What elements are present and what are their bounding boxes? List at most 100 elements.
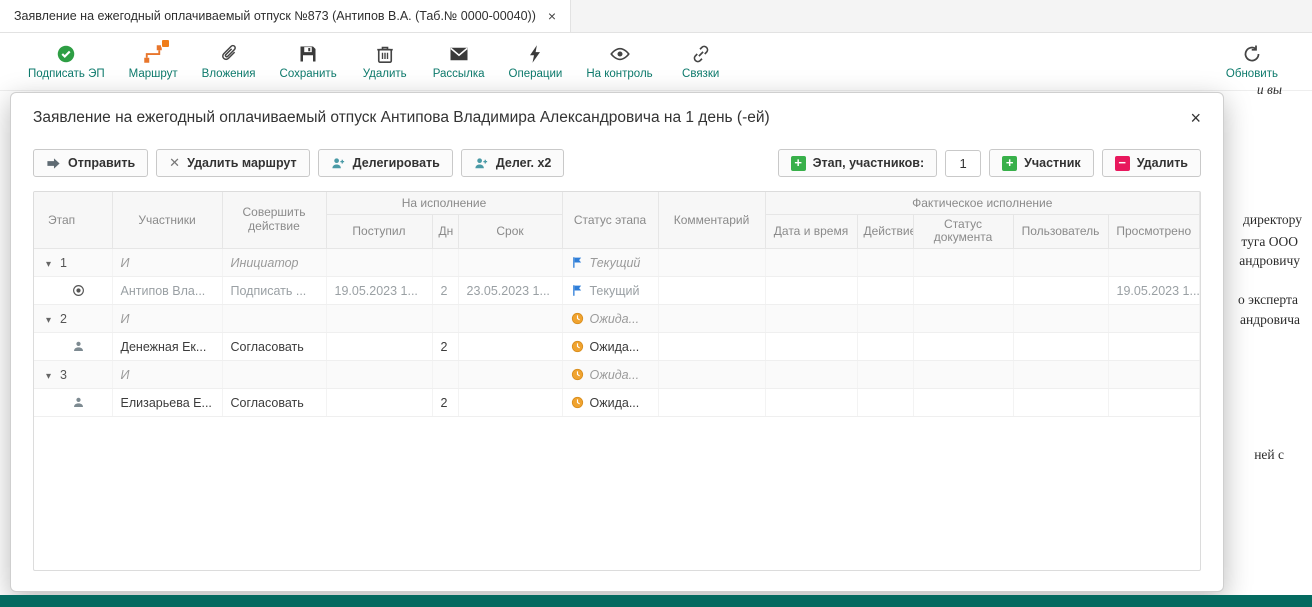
control-button[interactable]: На контроль bbox=[586, 43, 652, 80]
route-badge-icon bbox=[161, 39, 170, 48]
document-tab-title: Заявление на ежегодный оплачиваемый отпу… bbox=[14, 9, 536, 23]
mailing-button[interactable]: Рассылка bbox=[433, 43, 485, 80]
route-button[interactable]: Маршрут bbox=[129, 43, 178, 80]
dialog-close-icon[interactable]: × bbox=[1190, 109, 1201, 127]
comment-cell bbox=[658, 333, 765, 361]
viewed-cell bbox=[1108, 249, 1200, 277]
column-header-participants[interactable]: Участники bbox=[112, 192, 222, 249]
column-header-days[interactable]: Дн bbox=[432, 214, 458, 249]
comment-cell bbox=[658, 277, 765, 305]
stage-group-row[interactable]: ▾1ИИнициаторТекущий bbox=[34, 249, 1200, 277]
links-label: Связки bbox=[682, 68, 719, 80]
column-header-stage[interactable]: Этап bbox=[34, 192, 112, 249]
datetime-cell bbox=[765, 389, 857, 417]
stage-cell bbox=[34, 277, 112, 305]
dialog-toolbar: Отправить ✕ Удалить маршрут Делегировать… bbox=[33, 149, 1201, 177]
status-text: Текущий bbox=[590, 284, 640, 298]
due-cell: 23.05.2023 1... bbox=[458, 277, 562, 305]
x-icon: ✕ bbox=[169, 155, 180, 171]
column-header-due[interactable]: Срок bbox=[458, 214, 562, 249]
delete-label: Удалить bbox=[363, 68, 407, 80]
save-button[interactable]: Сохранить bbox=[280, 43, 337, 80]
datetime-cell bbox=[765, 361, 857, 389]
doc-status-cell bbox=[913, 305, 1013, 333]
status-cell: Текущий bbox=[562, 277, 658, 305]
clock-icon bbox=[571, 312, 590, 326]
clock-icon bbox=[571, 368, 590, 382]
user-cell bbox=[1013, 333, 1108, 361]
stage-group-row[interactable]: ▾2ИОжида... bbox=[34, 305, 1200, 333]
status-cell: Ожида... bbox=[562, 333, 658, 361]
delegate-x2-button[interactable]: Делег. x2 bbox=[461, 149, 565, 177]
document-tab[interactable]: Заявление на ежегодный оплачиваемый отпу… bbox=[0, 0, 571, 32]
column-header-viewed[interactable]: Просмотрено bbox=[1108, 214, 1200, 249]
viewed-cell bbox=[1108, 333, 1200, 361]
column-header-user[interactable]: Пользователь bbox=[1013, 214, 1108, 249]
delete-route-label: Удалить маршрут bbox=[187, 156, 297, 170]
column-header-action[interactable]: Совершить действие bbox=[222, 192, 326, 249]
stage-number: 3 bbox=[60, 368, 67, 382]
datetime-cell bbox=[765, 277, 857, 305]
act-cell bbox=[857, 277, 913, 305]
lightning-icon bbox=[524, 43, 546, 65]
collapse-arrow-icon[interactable]: ▾ bbox=[46, 315, 51, 326]
column-header-doc-status[interactable]: Статус документа bbox=[913, 214, 1013, 249]
add-participant-label: Участник bbox=[1024, 156, 1081, 170]
status-text: Ожида... bbox=[590, 340, 640, 354]
delegate-button[interactable]: Делегировать bbox=[318, 149, 453, 177]
collapse-arrow-icon[interactable]: ▾ bbox=[46, 371, 51, 382]
due-cell bbox=[458, 305, 562, 333]
sign-button[interactable]: Подписать ЭП bbox=[28, 43, 105, 80]
delete-button[interactable]: Удалить bbox=[361, 43, 409, 80]
group-header-execution: На исполнение bbox=[326, 192, 562, 214]
links-button[interactable]: Связки bbox=[677, 43, 725, 80]
received-cell bbox=[326, 361, 432, 389]
background-text-fragment: ней с bbox=[1254, 447, 1284, 463]
user-cell bbox=[1013, 277, 1108, 305]
operations-button[interactable]: Операции bbox=[509, 43, 563, 80]
link-icon bbox=[690, 43, 712, 65]
stage-cell bbox=[34, 333, 112, 361]
tab-bar: Заявление на ежегодный оплачиваемый отпу… bbox=[0, 0, 1312, 33]
stage-group-row[interactable]: ▾3ИОжида... bbox=[34, 361, 1200, 389]
viewed-cell: 19.05.2023 1... bbox=[1108, 277, 1200, 305]
participant-row[interactable]: Елизарьева Е...Согласовать2Ожида... bbox=[34, 389, 1200, 417]
add-participant-button[interactable]: + Участник bbox=[989, 149, 1094, 177]
status-text: Текущий bbox=[590, 256, 641, 270]
column-header-act[interactable]: Действие bbox=[857, 214, 913, 249]
stage-count-input[interactable] bbox=[945, 150, 981, 177]
stage-cell bbox=[34, 389, 112, 417]
days-cell: 2 bbox=[432, 333, 458, 361]
participant-row[interactable]: Денежная Ек...Согласовать 2 Ожида... bbox=[34, 333, 1200, 361]
add-stage-button[interactable]: + Этап, участников: bbox=[778, 149, 938, 177]
days-cell bbox=[432, 361, 458, 389]
column-header-stage-status[interactable]: Статус этапа bbox=[562, 192, 658, 249]
send-button[interactable]: Отправить bbox=[33, 149, 148, 177]
paperclip-icon bbox=[218, 43, 240, 65]
participants-cell: Денежная Ек... bbox=[112, 333, 222, 361]
delegate-label: Делегировать bbox=[353, 156, 440, 170]
refresh-button[interactable]: Обновить bbox=[1226, 43, 1278, 80]
days-cell: 2 bbox=[432, 389, 458, 417]
refresh-icon bbox=[1241, 43, 1263, 65]
act-cell bbox=[857, 333, 913, 361]
action-cell: Согласовать bbox=[222, 333, 326, 361]
collapse-arrow-icon[interactable]: ▾ bbox=[46, 259, 51, 270]
operations-label: Операции bbox=[509, 68, 563, 80]
column-header-datetime[interactable]: Дата и время bbox=[765, 214, 857, 249]
column-header-received[interactable]: Поступил bbox=[326, 214, 432, 249]
remove-label: Удалить bbox=[1137, 156, 1188, 170]
status-bar bbox=[0, 595, 1312, 607]
eye-icon bbox=[609, 43, 631, 65]
tab-close-icon[interactable]: × bbox=[548, 9, 556, 23]
column-header-comment[interactable]: Комментарий bbox=[658, 192, 765, 249]
comment-cell bbox=[658, 361, 765, 389]
route-icon bbox=[142, 43, 164, 65]
remove-button[interactable]: − Удалить bbox=[1102, 149, 1201, 177]
attachments-button[interactable]: Вложения bbox=[202, 43, 256, 80]
participant-row[interactable]: Антипов Вла...Подписать ...19.05.2023 1.… bbox=[34, 277, 1200, 305]
person-icon bbox=[72, 396, 85, 410]
stage-cell: ▾2 bbox=[34, 305, 112, 333]
add-stage-label: Этап, участников: bbox=[813, 156, 925, 170]
delete-route-button[interactable]: ✕ Удалить маршрут bbox=[156, 149, 309, 177]
